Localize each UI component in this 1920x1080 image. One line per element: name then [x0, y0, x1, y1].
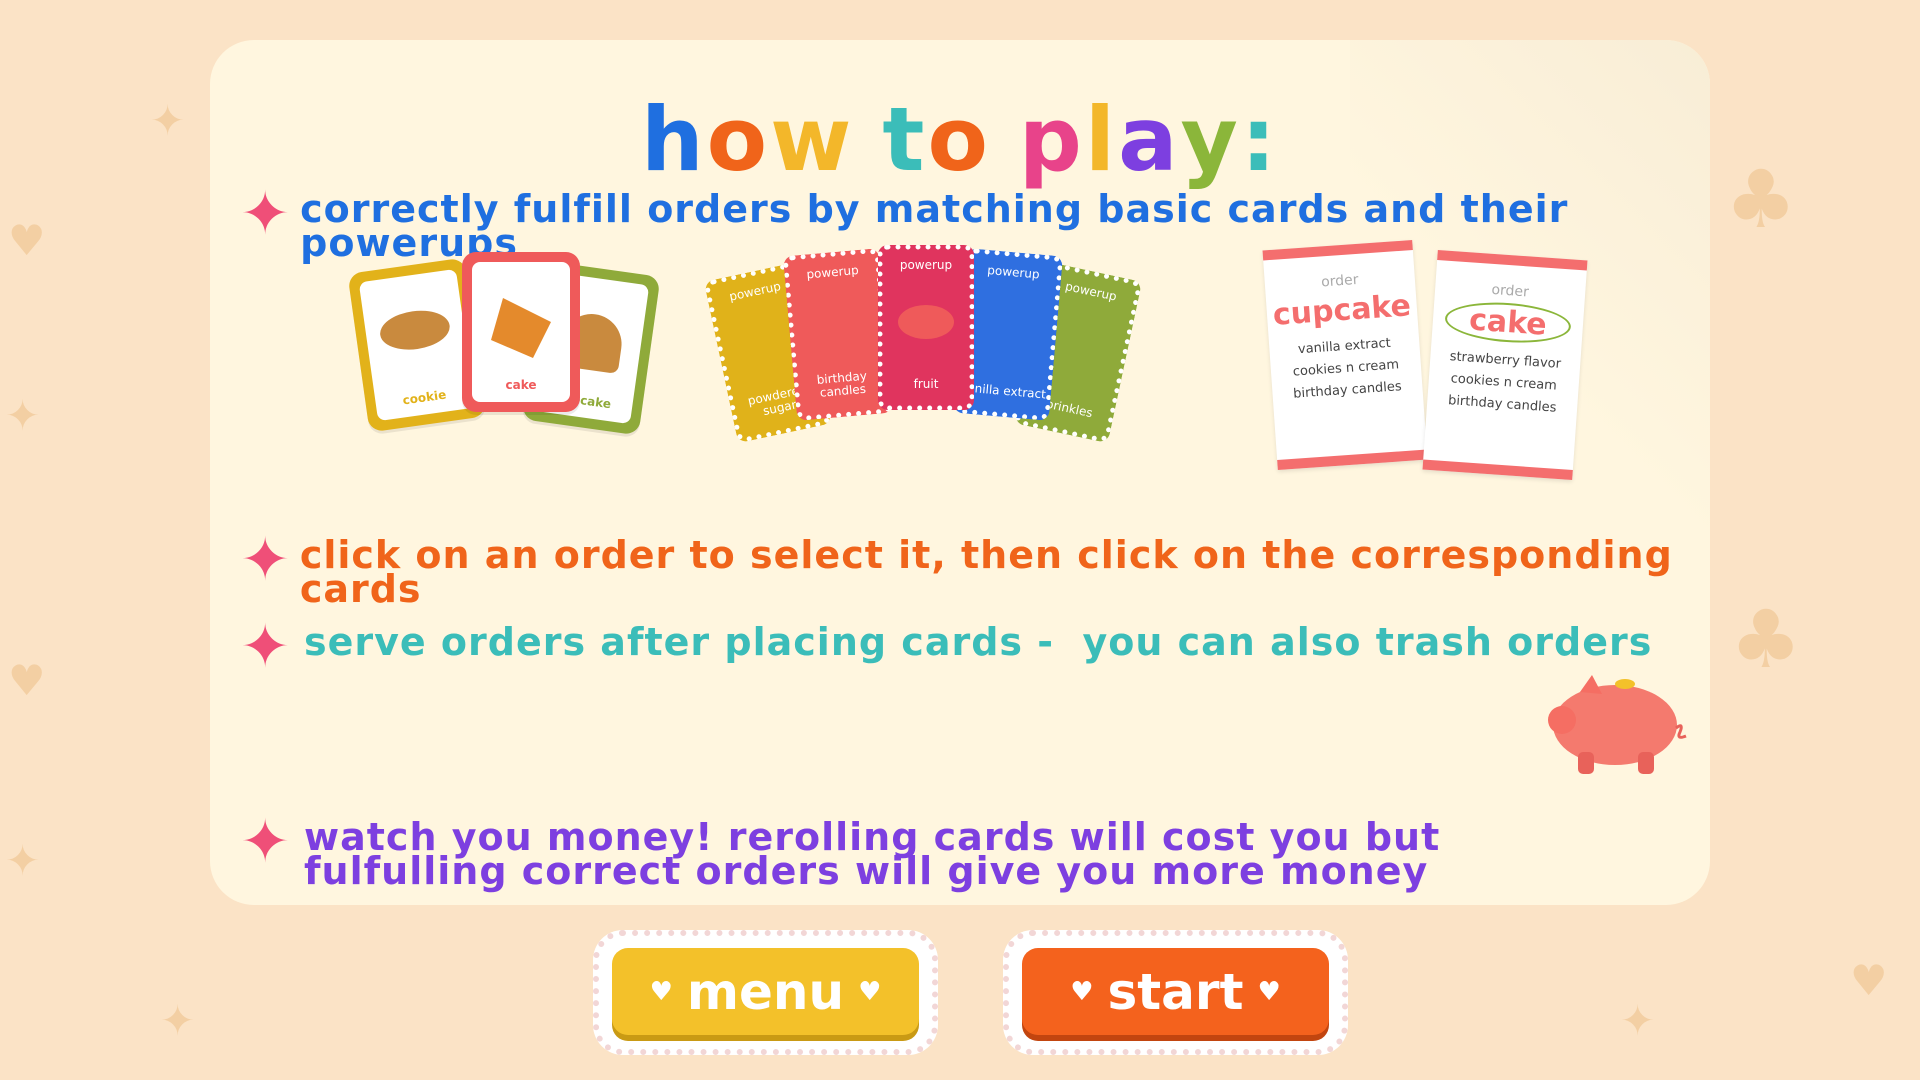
rule-text: watch you money! rerolling cards will co… [304, 815, 1441, 893]
powerup-title: powerup [986, 262, 1041, 282]
rule-text: serve orders after placing cards - you c… [304, 620, 1653, 664]
powerup-card-birthday-candles: powerup birthday candles [782, 248, 894, 421]
menu-button-label: menu [686, 962, 845, 1021]
cookie-icon [377, 306, 453, 354]
rule-3: ✦ serve orders after placing cards - you… [240, 617, 1653, 677]
title-letter: y [1180, 88, 1241, 191]
rule-text: click on an order to select it, then cli… [299, 533, 1673, 611]
cake-icon [491, 298, 551, 358]
page-title: how to play: [210, 88, 1710, 191]
rule-text: correctly fulfill orders by matching bas… [300, 187, 1569, 265]
menu-button-frame: ♥ menu ♥ [593, 930, 938, 1055]
powerup-label: birthday candles [816, 368, 868, 400]
bg-heart-icon: ♥ [1850, 956, 1888, 1005]
order-name: cupcake [1271, 288, 1413, 333]
bg-sparkle-icon: ✦ [5, 391, 41, 440]
rule-2: ✦ click on an order to select it, then c… [240, 530, 1710, 611]
start-button-label: start [1107, 962, 1244, 1021]
heart-icon: ♥ [1070, 976, 1094, 1007]
order-slip-cake: order cake strawberry flavor cookies n c… [1422, 250, 1588, 480]
title-letter: o [927, 88, 991, 191]
title-letter: t [882, 88, 928, 191]
basic-card-cake: cake [462, 252, 580, 412]
how-to-play-panel: how to play: ✦ correctly fulfill orders by… [210, 40, 1710, 905]
menu-button[interactable]: ♥ menu ♥ [612, 948, 919, 1035]
title-letter: l [1084, 88, 1119, 191]
bg-sparkle-icon: ✦ [1620, 996, 1656, 1045]
order-name: cake [1443, 298, 1573, 347]
start-button-frame: ♥ start ♥ [1003, 930, 1348, 1055]
bg-sparkle-icon: ✦ [150, 96, 186, 145]
sparkle-star-icon: ✦ [240, 612, 291, 682]
powerup-title: powerup [805, 262, 860, 282]
bg-sparkle-icon: ✦ [5, 836, 41, 885]
heart-icon: ♥ [858, 976, 882, 1007]
order-header: order [1490, 281, 1530, 301]
heart-icon: ♥ [1257, 976, 1281, 1007]
bg-heart-icon: ♣ [1725, 153, 1797, 246]
title-letter: : [1240, 88, 1280, 191]
card-label: cookie [401, 387, 448, 408]
powerup-card-fruit: powerup fruit [878, 245, 974, 410]
title-letter: o [706, 88, 771, 191]
sparkle-star-icon: ✦ [240, 807, 291, 877]
title-letter: p [1018, 88, 1085, 191]
order-slip-cupcake: order cupcake vanilla extract cookies n … [1262, 240, 1428, 470]
title-letter: a [1118, 88, 1181, 191]
card-label: cake [505, 378, 537, 392]
powerup-title: powerup [899, 258, 953, 272]
bg-sparkle-icon: ✦ [160, 996, 196, 1045]
heart-icon: ♥ [649, 976, 673, 1007]
bg-heart-icon: ♥ [8, 216, 46, 265]
piggy-bank-icon [1548, 675, 1687, 774]
rule-4: ✦ watch you money! rerolling cards will … [240, 812, 1624, 893]
title-letter: h [640, 88, 707, 191]
fruit-icon [898, 305, 954, 339]
title-letter: w [770, 88, 855, 191]
sparkle-star-icon: ✦ [240, 525, 291, 595]
bg-heart-icon: ♣ [1730, 593, 1802, 686]
start-button[interactable]: ♥ start ♥ [1022, 948, 1329, 1035]
powerup-label: fruit [913, 377, 939, 391]
bg-heart-icon: ♥ [8, 656, 46, 705]
sparkle-star-icon: ✦ [240, 179, 291, 249]
